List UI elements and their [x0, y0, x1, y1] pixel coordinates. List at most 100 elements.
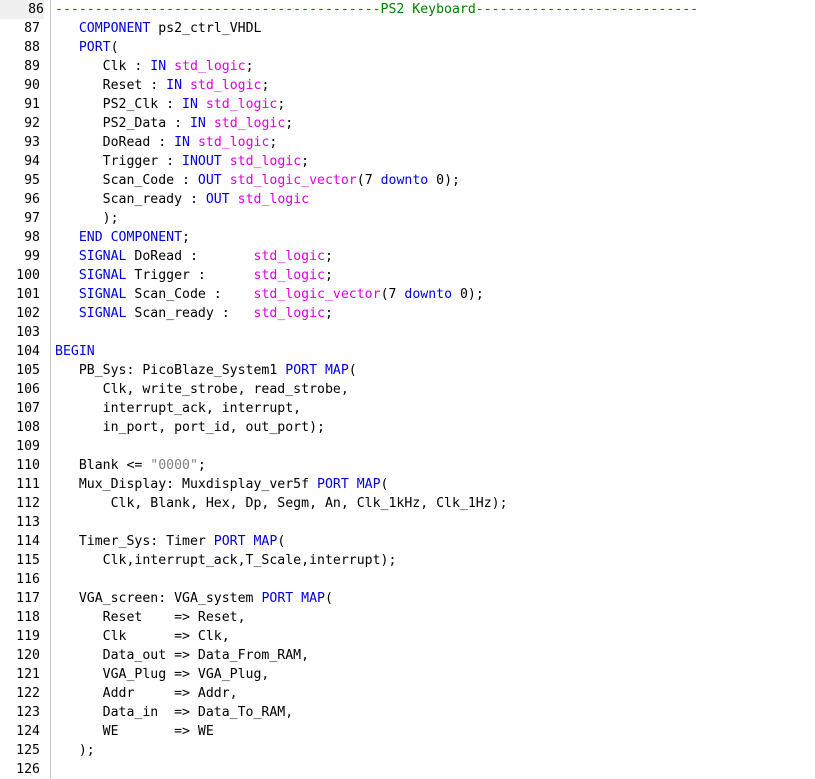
code-line[interactable]: 99 SIGNAL DoRead : std_logic;	[0, 247, 815, 266]
code-line[interactable]: 91 PS2_Clk : IN std_logic;	[0, 95, 815, 114]
code-line[interactable]: 95 Scan_Code : OUT std_logic_vector(7 do…	[0, 171, 815, 190]
code-token: IN	[150, 59, 167, 74]
code-token: ;	[182, 230, 190, 245]
code-token: PORT MAP	[317, 477, 381, 492]
code-token: Clk, Blank, Hex, Dp, Segm, An, Clk_1kHz,…	[55, 496, 508, 511]
code-token: 0);	[452, 287, 484, 302]
line-number: 94	[24, 154, 40, 169]
code-line[interactable]: 121 VGA_Plug => VGA_Plug,	[0, 665, 815, 684]
code-token: (7	[380, 287, 405, 302]
code-area[interactable]: 86 --------------------------------------…	[0, 0, 815, 779]
line-text: SIGNAL Trigger : std_logic;	[55, 266, 333, 285]
line-text: DoRead : IN std_logic;	[55, 133, 278, 152]
line-number: 113	[16, 515, 40, 530]
line-number: 120	[16, 648, 40, 663]
line-number: 115	[16, 553, 40, 568]
line-number: 89	[24, 59, 40, 74]
line-number: 103	[16, 325, 40, 340]
code-line[interactable]: 104 BEGIN	[0, 342, 815, 361]
code-line[interactable]: 100 SIGNAL Trigger : std_logic;	[0, 266, 815, 285]
code-token: ;	[245, 59, 254, 74]
line-text: Clk => Clk,	[55, 627, 230, 646]
code-token: std_logic	[237, 192, 310, 207]
code-line[interactable]: 125 );	[0, 741, 815, 760]
line-text: Blank <= "0000";	[55, 456, 206, 475]
line-text: Data_in => Data_To_RAM,	[55, 703, 294, 722]
line-text: PS2_Clk : IN std_logic;	[55, 95, 286, 114]
code-line[interactable]: 113	[0, 513, 815, 532]
line-number: 125	[16, 743, 40, 758]
line-number: 123	[16, 705, 40, 720]
line-text: Reset : IN std_logic;	[55, 76, 270, 95]
code-token: Timer_Sys: Timer	[55, 534, 214, 549]
line-number: 126	[16, 762, 40, 777]
code-line[interactable]: 122 Addr => Addr,	[0, 684, 815, 703]
code-line[interactable]: 126	[0, 760, 815, 779]
code-token: );	[55, 211, 119, 226]
line-number: 106	[16, 382, 40, 397]
code-line[interactable]: 112 Clk, Blank, Hex, Dp, Segm, An, Clk_1…	[0, 494, 815, 513]
code-token: std_logic	[213, 116, 286, 131]
code-line[interactable]: 87 COMPONENT ps2_ctrl_VHDL	[0, 19, 815, 38]
line-text: );	[55, 209, 119, 228]
line-text: Clk : IN std_logic;	[55, 57, 254, 76]
code-token: std_logic	[253, 249, 325, 264]
line-text: Timer_Sys: Timer PORT MAP(	[55, 532, 285, 551]
code-line[interactable]: 115 Clk,interrupt_ack,T_Scale,interrupt)…	[0, 551, 815, 570]
code-line[interactable]: 101 SIGNAL Scan_Code : std_logic_vector(…	[0, 285, 815, 304]
code-line[interactable]: 117 VGA_screen: VGA_system PORT MAP(	[0, 589, 815, 608]
code-token: interrupt_ack, interrupt,	[55, 401, 302, 416]
code-line[interactable]: 123 Data_in => Data_To_RAM,	[0, 703, 815, 722]
code-line[interactable]: 89 Clk : IN std_logic;	[0, 57, 815, 76]
code-token: IN	[166, 78, 183, 93]
code-line[interactable]: 110 Blank <= "0000";	[0, 456, 815, 475]
code-token: );	[55, 743, 95, 758]
code-line[interactable]: 105 PB_Sys: PicoBlaze_System1 PORT MAP(	[0, 361, 815, 380]
code-line[interactable]: 97 );	[0, 209, 815, 228]
code-line[interactable]: 111 Mux_Display: Muxdisplay_ver5f PORT M…	[0, 475, 815, 494]
code-line[interactable]: 109	[0, 437, 815, 456]
code-line[interactable]: 86 --------------------------------------…	[0, 0, 815, 19]
code-token: COMPONENT	[78, 21, 151, 36]
code-token: ;	[285, 116, 294, 131]
code-line[interactable]: 119 Clk => Clk,	[0, 627, 815, 646]
code-line[interactable]: 106 Clk, write_strobe, read_strobe,	[0, 380, 815, 399]
code-token: (	[348, 363, 357, 378]
code-line[interactable]: 96 Scan_ready : OUT std_logic	[0, 190, 815, 209]
line-number: 88	[24, 40, 40, 55]
code-line[interactable]: 107 interrupt_ack, interrupt,	[0, 399, 815, 418]
line-text: Clk, write_strobe, read_strobe,	[55, 380, 349, 399]
code-token: WE => WE	[55, 724, 214, 739]
code-line[interactable]: 90 Reset : IN std_logic;	[0, 76, 815, 95]
code-line[interactable]: 93 DoRead : IN std_logic;	[0, 133, 815, 152]
code-editor[interactable]: 86 --------------------------------------…	[0, 0, 815, 778]
code-line[interactable]: 124 WE => WE	[0, 722, 815, 741]
code-line[interactable]: 94 Trigger : INOUT std_logic;	[0, 152, 815, 171]
code-line[interactable]: 92 PS2_Data : IN std_logic;	[0, 114, 815, 133]
line-number: 116	[16, 572, 40, 587]
code-token: std_logic	[229, 154, 302, 169]
code-line[interactable]: 98 END COMPONENT;	[0, 228, 815, 247]
code-token: DoRead :	[126, 249, 254, 264]
line-text: VGA_Plug => VGA_Plug,	[55, 665, 270, 684]
code-line[interactable]: 116	[0, 570, 815, 589]
code-token: PORT	[78, 40, 111, 55]
line-number: 102	[16, 306, 40, 321]
code-line[interactable]: 108 in_port, port_id, out_port);	[0, 418, 815, 437]
line-number: 95	[24, 173, 40, 188]
code-line[interactable]: 114 Timer_Sys: Timer PORT MAP(	[0, 532, 815, 551]
line-number: 108	[16, 420, 40, 435]
line-number: 122	[16, 686, 40, 701]
line-text: Reset => Reset,	[55, 608, 246, 627]
code-line[interactable]: 118 Reset => Reset,	[0, 608, 815, 627]
code-line[interactable]: 120 Data_out => Data_From_RAM,	[0, 646, 815, 665]
code-line[interactable]: 102 SIGNAL Scan_ready : std_logic;	[0, 304, 815, 323]
code-line[interactable]: 88 PORT(	[0, 38, 815, 57]
line-text: Clk, Blank, Hex, Dp, Segm, An, Clk_1kHz,…	[55, 494, 508, 513]
code-token: IN	[174, 135, 190, 150]
code-line[interactable]: 103	[0, 323, 815, 342]
line-number: 93	[24, 135, 40, 150]
